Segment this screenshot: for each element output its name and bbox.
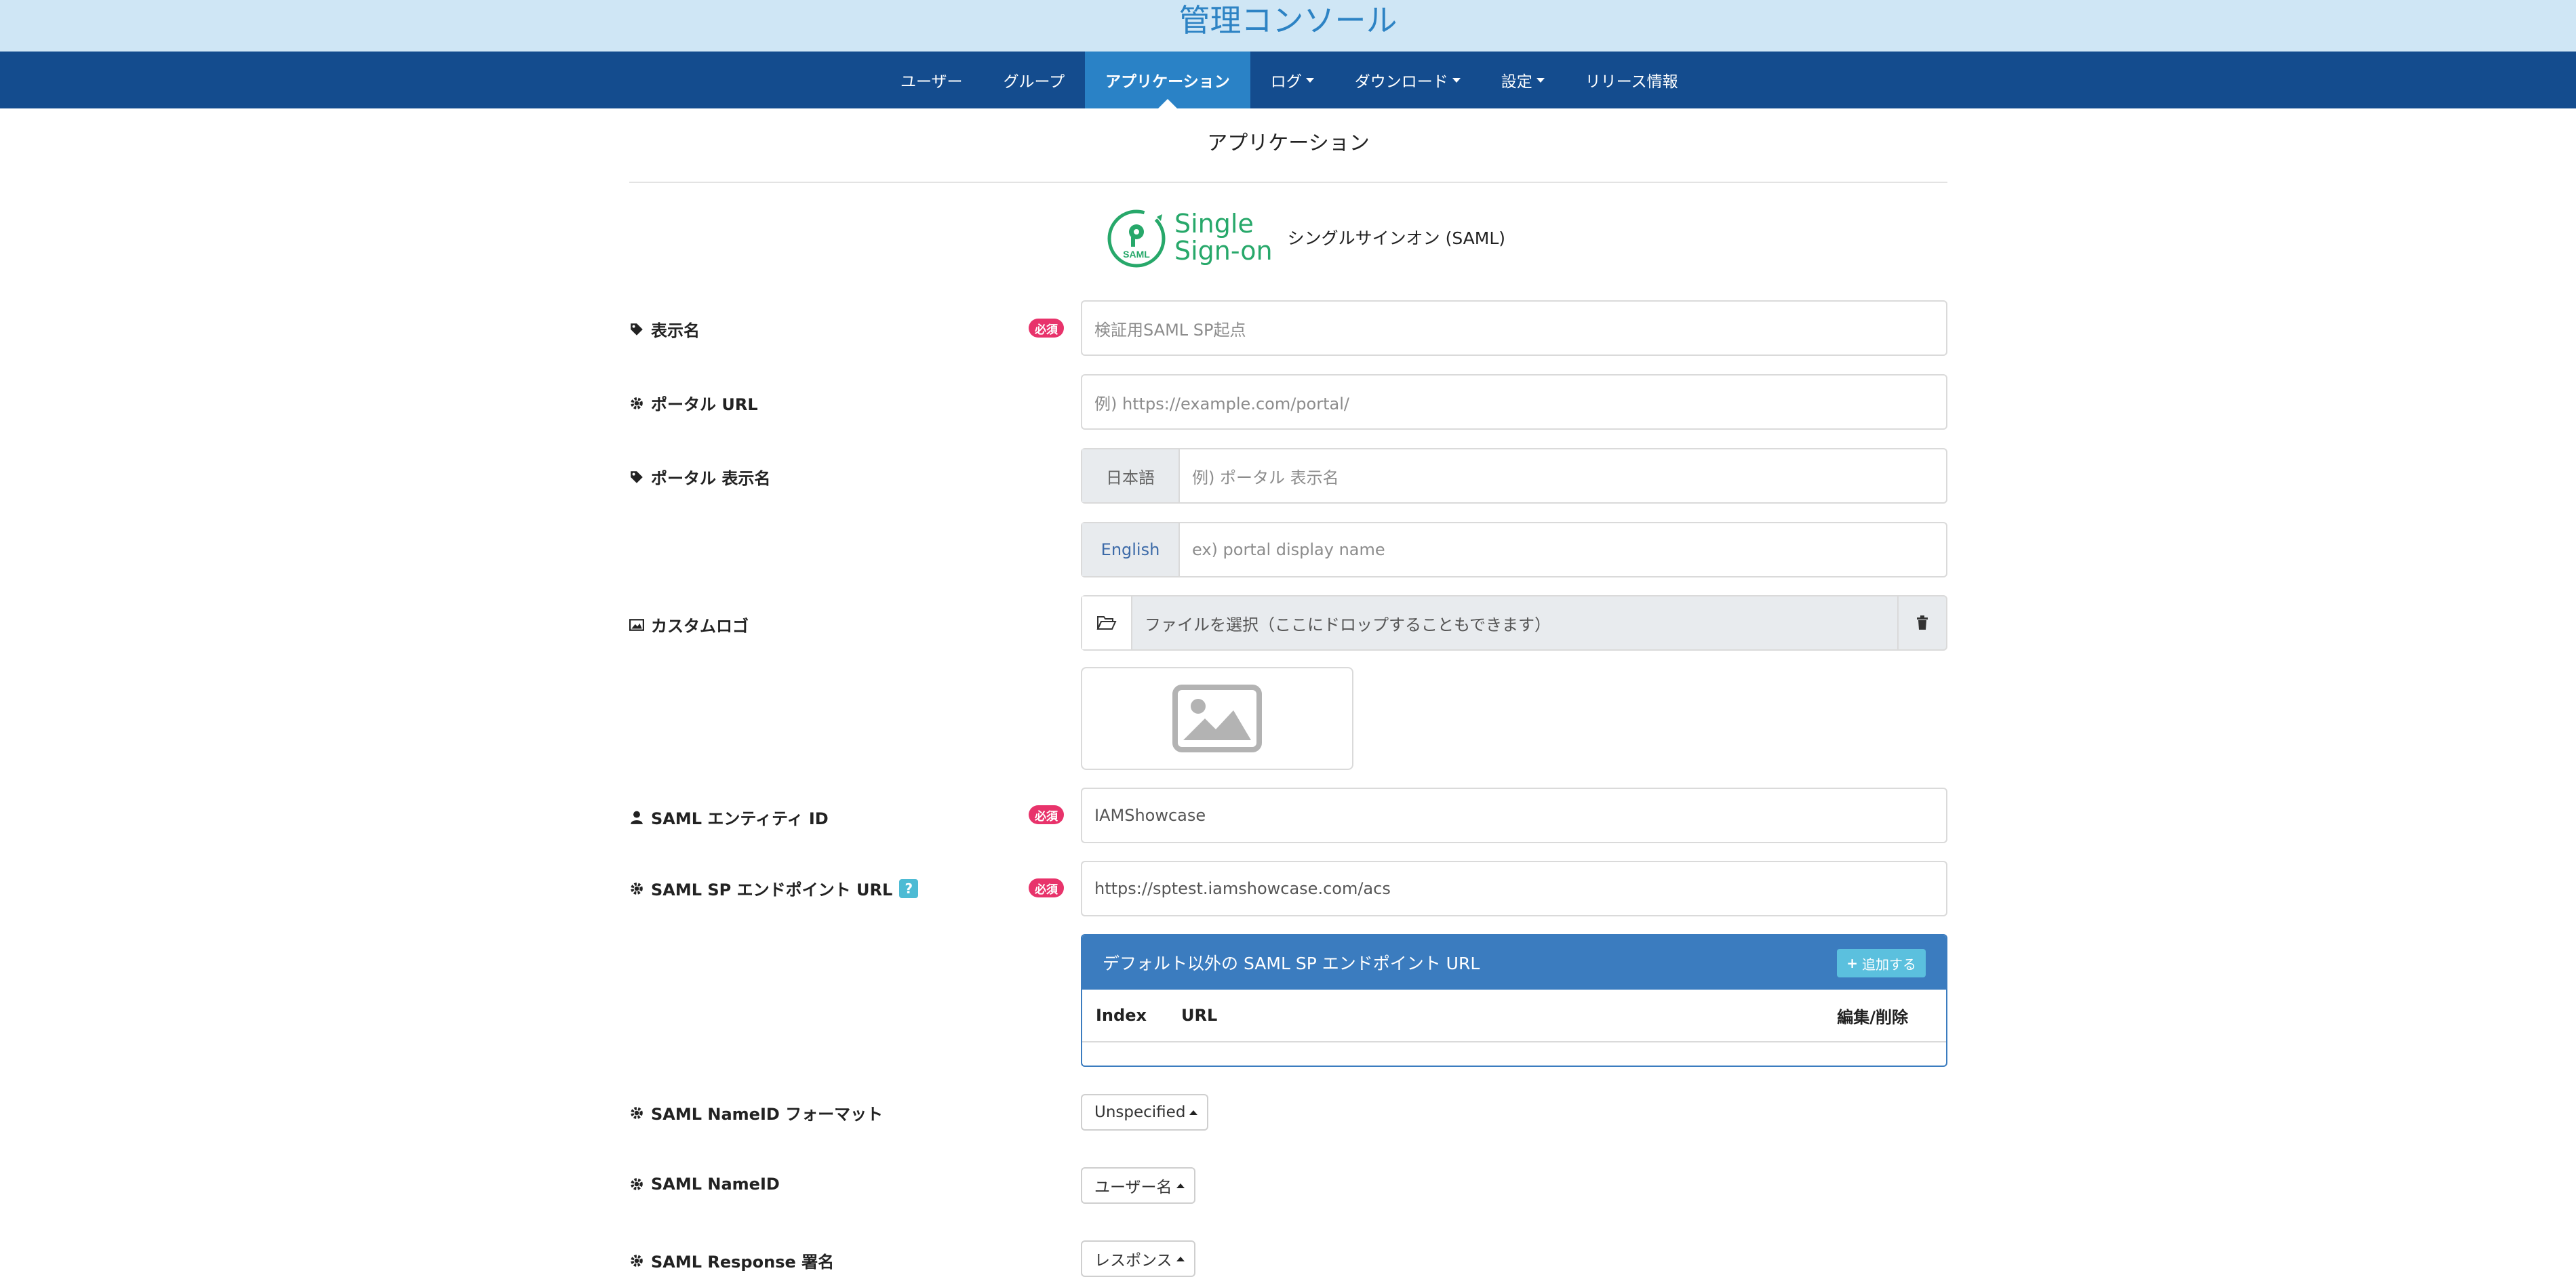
page-title: アプリケーション bbox=[1207, 131, 1370, 155]
folder-open-button[interactable] bbox=[1082, 596, 1132, 649]
nameid-format-label: SAML NameID フォーマット bbox=[629, 1101, 883, 1124]
image-icon bbox=[629, 618, 644, 631]
nameid-label-text: SAML NameID bbox=[651, 1175, 780, 1194]
lang-addon-en: English bbox=[1082, 523, 1180, 576]
response-sign-value: レスポンス bbox=[1094, 1252, 1172, 1270]
file-select-text[interactable]: ファイルを選択（ここにドロップすることもできます） bbox=[1132, 596, 1897, 649]
nameid-label: SAML NameID bbox=[629, 1175, 780, 1194]
required-badge: 必須 bbox=[1029, 805, 1064, 824]
nav-label: ユーザー bbox=[900, 73, 963, 91]
sso-logo-text: Single Sign-on bbox=[1174, 210, 1273, 264]
nav-item-release-notes[interactable]: リリース情報 bbox=[1565, 52, 1699, 108]
response-sign-select[interactable]: レスポンス bbox=[1081, 1240, 1195, 1277]
entity-id-label: SAML エンティティ ID bbox=[629, 805, 829, 829]
nav-list: ユーザー グループ アプリケーション ログ ダウンロード 設定 リリース情報 bbox=[880, 52, 1699, 108]
response-sign-label-text: SAML Response 署名 bbox=[651, 1253, 835, 1272]
sso-caption: シングルサインオン (SAML) bbox=[1287, 228, 1506, 248]
nav-item-download[interactable]: ダウンロード bbox=[1334, 52, 1481, 108]
gear-icon bbox=[631, 1254, 643, 1267]
nameid-value: ユーザー名 bbox=[1094, 1179, 1172, 1196]
portal-url-label: ポータル URL bbox=[629, 391, 758, 415]
caret-up-icon bbox=[1189, 1110, 1198, 1115]
panel-header: デフォルト以外の SAML SP エンドポイント URL + 追加する bbox=[1082, 935, 1946, 990]
nav-label: リリース情報 bbox=[1585, 73, 1678, 91]
nav-label: グループ bbox=[1003, 73, 1065, 91]
sso-logo-line2: Sign-on bbox=[1174, 236, 1273, 266]
caret-down-icon bbox=[1305, 77, 1314, 83]
nav-item-logs[interactable]: ログ bbox=[1250, 52, 1334, 108]
nav-label: ダウンロード bbox=[1354, 73, 1448, 91]
sp-endpoint-label: SAML SP エンドポイント URL ? bbox=[629, 876, 919, 900]
required-badge: 必須 bbox=[1029, 878, 1064, 897]
gear-icon bbox=[631, 397, 643, 409]
help-icon[interactable]: ? bbox=[899, 878, 919, 898]
gear-icon bbox=[631, 882, 643, 895]
col-url: URL bbox=[1181, 1006, 1218, 1025]
saml-key-icon: SAML bbox=[1107, 209, 1166, 268]
nav-label: ログ bbox=[1270, 73, 1302, 91]
gear-icon bbox=[631, 1178, 643, 1190]
caret-up-icon bbox=[1176, 1256, 1185, 1261]
plus-icon: + bbox=[1846, 955, 1858, 971]
user-icon bbox=[631, 811, 643, 824]
extra-endpoints-panel: デフォルト以外の SAML SP エンドポイント URL + 追加する Inde… bbox=[1081, 934, 1947, 1067]
delete-file-button[interactable] bbox=[1897, 596, 1946, 649]
response-sign-label: SAML Response 署名 bbox=[629, 1249, 834, 1272]
nav-item-applications[interactable]: アプリケーション bbox=[1085, 52, 1250, 108]
portal-display-name-ja-placeholder: 例) ポータル 表示名 bbox=[1192, 468, 1339, 487]
col-edit-delete: 編集/削除 bbox=[1837, 1007, 1908, 1027]
lang-addon-ja: 日本語 bbox=[1082, 449, 1180, 502]
portal-url-label-text: ポータル URL bbox=[651, 395, 758, 414]
portal-display-name-ja-input[interactable]: 日本語 例) ポータル 表示名 bbox=[1081, 448, 1947, 504]
nameid-select[interactable]: ユーザー名 bbox=[1081, 1167, 1195, 1204]
portal-display-name-label: ポータル 表示名 bbox=[629, 465, 770, 489]
divider bbox=[629, 182, 1947, 183]
portal-display-name-label-text: ポータル 表示名 bbox=[651, 469, 771, 488]
required-badge: 必須 bbox=[1029, 319, 1064, 338]
gear-icon bbox=[631, 1106, 643, 1119]
caret-down-icon bbox=[1452, 77, 1461, 83]
entity-id-input[interactable]: IAMShowcase bbox=[1081, 788, 1947, 843]
portal-display-name-en-placeholder: ex) portal display name bbox=[1192, 540, 1385, 559]
image-placeholder-icon bbox=[1172, 685, 1262, 752]
display-name-label: 表示名 bbox=[629, 317, 700, 341]
nameid-format-label-text: SAML NameID フォーマット bbox=[651, 1105, 884, 1124]
custom-logo-label: カスタムロゴ bbox=[629, 613, 749, 636]
entity-id-label-text: SAML エンティティ ID bbox=[651, 809, 829, 828]
sp-endpoint-label-text: SAML SP エンドポイント URL bbox=[651, 880, 893, 899]
add-endpoint-button[interactable]: + 追加する bbox=[1837, 949, 1926, 977]
add-button-label: 追加する bbox=[1862, 956, 1916, 973]
topbar: 管理コンソール bbox=[0, 0, 2576, 52]
display-name-label-text: 表示名 bbox=[651, 321, 700, 340]
portal-display-name-en-input[interactable]: English ex) portal display name bbox=[1081, 522, 1947, 577]
caret-up-icon bbox=[1176, 1183, 1185, 1188]
tag-icon bbox=[631, 470, 643, 483]
logo-preview bbox=[1081, 667, 1353, 770]
main-navbar: ユーザー グループ アプリケーション ログ ダウンロード 設定 リリース情報 bbox=[0, 52, 2576, 108]
custom-logo-file-input[interactable]: ファイルを選択（ここにドロップすることもできます） bbox=[1081, 595, 1947, 651]
custom-logo-label-text: カスタムロゴ bbox=[651, 617, 749, 636]
caret-down-icon bbox=[1536, 77, 1545, 83]
panel-title: デフォルト以外の SAML SP エンドポイント URL bbox=[1103, 954, 1480, 973]
tag-icon bbox=[631, 323, 643, 336]
saml-badge-text: SAML bbox=[1123, 249, 1150, 260]
nav-item-settings[interactable]: 設定 bbox=[1481, 52, 1565, 108]
sso-header: SAML Single Sign-on シングルサインオン (SAML) bbox=[1104, 203, 1505, 271]
sso-logo-line1: Single bbox=[1174, 209, 1254, 239]
nameid-format-value: Unspecified bbox=[1094, 1103, 1186, 1121]
nameid-format-select[interactable]: Unspecified bbox=[1081, 1094, 1209, 1131]
nav-item-users[interactable]: ユーザー bbox=[880, 52, 983, 108]
nav-item-groups[interactable]: グループ bbox=[983, 52, 1086, 108]
console-title: 管理コンソール bbox=[1178, 2, 1398, 39]
folder-open-icon bbox=[1096, 616, 1117, 630]
nav-label: アプリケーション bbox=[1105, 73, 1230, 91]
sp-endpoint-input[interactable]: https://sptest.iamshowcase.com/acs bbox=[1081, 861, 1947, 916]
nav-label: 設定 bbox=[1501, 73, 1532, 91]
table-header-row: Index URL 編集/削除 bbox=[1082, 990, 1946, 1042]
col-index: Index bbox=[1096, 1006, 1147, 1025]
portal-url-input[interactable]: 例) https://example.com/portal/ bbox=[1081, 374, 1947, 430]
display-name-input[interactable]: 検証用SAML SP起点 bbox=[1081, 300, 1947, 356]
trash-icon bbox=[1917, 615, 1928, 630]
